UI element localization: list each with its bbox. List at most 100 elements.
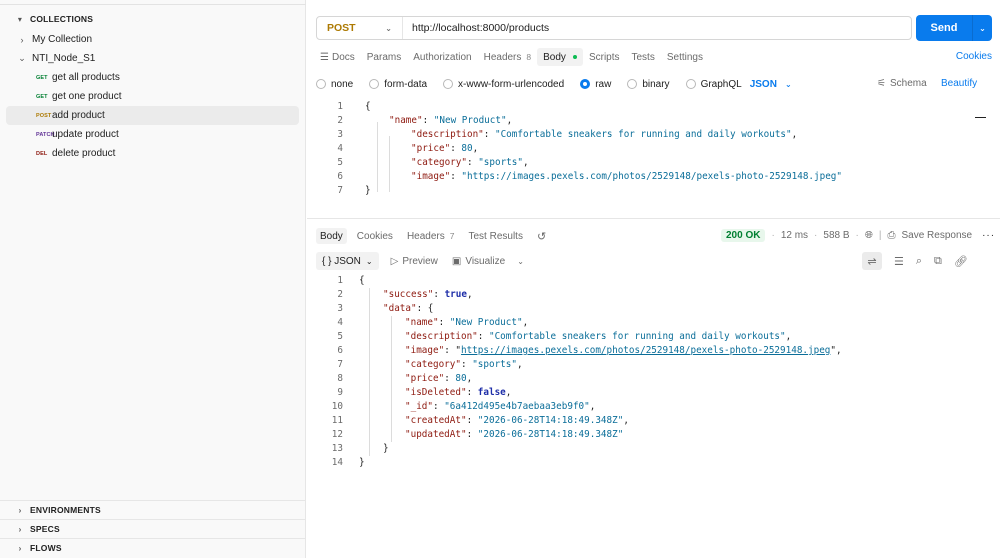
tab-headers[interactable]: Headers 8 — [478, 48, 538, 66]
url-bar: POST ⌄ http://localhost:8000/products — [316, 16, 912, 40]
body-format-select[interactable]: JSON ⌄ — [750, 79, 792, 90]
separator-dot: · — [814, 230, 818, 241]
history-icon[interactable]: ↺ — [537, 230, 546, 243]
response-toolbar: { } JSON ⌄ ▷ Preview ▣ Visualize ⌄ — [316, 252, 524, 270]
code-text: } — [359, 457, 365, 468]
tab-params[interactable]: Params — [361, 48, 407, 66]
json-value: true — [444, 289, 467, 300]
line-number: 5 — [337, 157, 343, 168]
status-badge[interactable]: 200 OK — [721, 229, 766, 242]
preview-button[interactable]: ▷ Preview — [391, 256, 438, 267]
separator-dot: · — [771, 230, 775, 241]
more-options-icon[interactable]: ··· — [982, 230, 995, 241]
code-text: } — [383, 443, 389, 454]
tab-tests[interactable]: Tests — [626, 48, 661, 66]
collection-nti-node[interactable]: ⌄ NTI_Node_S1 — [6, 49, 299, 68]
line-number: 6 — [337, 345, 343, 356]
response-tools: ⇌ ☰ ⌕ ⧉ 🔗︎ — [862, 252, 968, 270]
line-number: 10 — [331, 401, 343, 412]
cookies-link[interactable]: Cookies — [956, 51, 992, 62]
environments-header[interactable]: › ENVIRONMENTS — [15, 505, 101, 515]
body-type-options: none form-data x-www-form-urlencoded raw… — [316, 76, 792, 92]
tab-scripts[interactable]: Scripts — [583, 48, 626, 66]
format-value: JSON — [749, 78, 777, 90]
request-add-product[interactable]: POST add product — [6, 106, 299, 125]
line-number: 1 — [337, 101, 343, 112]
flows-header[interactable]: › FLOWS — [15, 543, 62, 553]
tab-label: Tests — [631, 51, 655, 63]
beautify-button[interactable]: Beautify — [941, 78, 977, 89]
separator-dot: | — [878, 230, 882, 241]
request-get-one-product[interactable]: GET get one product — [6, 87, 299, 106]
radio-none[interactable]: none — [316, 79, 353, 90]
radio-selected-icon — [580, 79, 591, 89]
response-format-select[interactable]: { } JSON ⌄ — [316, 252, 379, 270]
response-meta: 200 OK · 12 ms · 588 B · 🌐︎ | ⎙ Save Res… — [721, 229, 995, 242]
method-select[interactable]: POST ⌄ — [317, 17, 403, 39]
radio-icon — [685, 79, 696, 89]
visualize-button[interactable]: ▣ Visualize ⌄ — [452, 256, 524, 267]
url-input[interactable]: http://localhost:8000/products — [403, 22, 549, 34]
response-tab-headers[interactable]: Headers 7 — [403, 228, 459, 244]
tab-settings[interactable]: Settings — [661, 48, 709, 66]
collection-my-collection[interactable]: › My Collection — [6, 30, 299, 49]
collections-header[interactable]: ▾ COLLECTIONS — [15, 14, 93, 24]
schema-button[interactable]: ⚟ Schema — [877, 78, 927, 89]
chevron-right-icon: › — [18, 505, 22, 515]
pane-divider[interactable] — [307, 218, 1000, 219]
code-text: "image": "https://images.pexels.com/phot… — [411, 171, 843, 182]
save-response-button[interactable]: Save Response — [901, 230, 972, 241]
json-value: "Comfortable sneakers for running and da… — [488, 331, 786, 342]
editor-scroll-marker[interactable] — [975, 117, 986, 118]
response-tabs: Body Cookies Headers 7 Test Results ↺ — [316, 228, 546, 244]
code-text: } — [365, 185, 371, 196]
image-url-link[interactable]: https://images.pexels.com/photos/2529148… — [461, 345, 830, 356]
chevron-right-icon: › — [20, 34, 24, 45]
request-update-product[interactable]: PATCH update product — [6, 125, 299, 144]
line-number: 7 — [337, 185, 343, 196]
specs-header[interactable]: › SPECS — [15, 524, 60, 534]
radio-form-data[interactable]: form-data — [369, 79, 427, 90]
chevron-right-icon: › — [18, 524, 22, 534]
wrap-lines-icon[interactable]: ⇌ — [862, 252, 882, 270]
line-number: 3 — [337, 129, 343, 140]
radio-raw[interactable]: raw — [580, 79, 611, 90]
link-icon[interactable]: 🔗︎ — [954, 255, 968, 268]
chevron-down-icon[interactable]: ⌄ — [973, 24, 992, 33]
code-text: "image": "https://images.pexels.com/phot… — [405, 345, 842, 356]
request-label: get one product — [52, 91, 122, 102]
response-tab-test-results[interactable]: Test Results — [464, 228, 526, 244]
request-body-editor[interactable]: 1 { 2 "name": "New Product", 3 "description… — [307, 100, 1000, 212]
line-number: 9 — [337, 387, 343, 398]
response-body-viewer[interactable]: 1 { 2 "success": true, 3 "data": { 4 "name":… — [307, 274, 1000, 484]
globe-icon[interactable]: 🌐︎ — [865, 230, 873, 241]
line-number: 14 — [331, 457, 343, 468]
line-number: 13 — [331, 443, 343, 454]
copy-icon[interactable]: ⧉ — [934, 255, 942, 268]
tab-authorization[interactable]: Authorization — [407, 48, 477, 66]
send-button[interactable]: Send ⌄ — [916, 15, 992, 41]
request-get-all-products[interactable]: GET get all products — [6, 68, 299, 87]
option-label: raw — [595, 78, 612, 90]
line-number: 4 — [337, 143, 343, 154]
response-tab-body[interactable]: Body — [316, 228, 347, 244]
radio-graphql[interactable]: GraphQL — [685, 79, 742, 90]
tab-docs[interactable]: ☰ Docs — [307, 48, 361, 66]
tab-body[interactable]: Body — [537, 48, 583, 66]
request-delete-product[interactable]: DEL delete product — [6, 144, 299, 163]
response-time[interactable]: 12 ms — [781, 230, 808, 241]
request-workspace: POST ⌄ http://localhost:8000/products Se… — [307, 0, 1000, 558]
json-value: "Comfortable sneakers for running and da… — [494, 129, 792, 140]
response-size[interactable]: 588 B — [823, 230, 849, 241]
filter-icon[interactable]: ☰ — [894, 255, 904, 268]
radio-binary[interactable]: binary — [627, 79, 670, 90]
radio-urlencoded[interactable]: x-www-form-urlencoded — [443, 79, 564, 90]
code-text: { — [365, 101, 371, 112]
code-text: "description": "Comfortable sneakers for… — [411, 129, 798, 140]
json-value: false — [477, 387, 506, 398]
search-icon[interactable]: ⌕ — [916, 255, 922, 268]
json-value: 80 — [461, 143, 473, 154]
code-text: "price": 80, — [405, 373, 473, 384]
response-tab-cookies[interactable]: Cookies — [353, 228, 397, 244]
collection-label: NTI_Node_S1 — [32, 53, 96, 64]
